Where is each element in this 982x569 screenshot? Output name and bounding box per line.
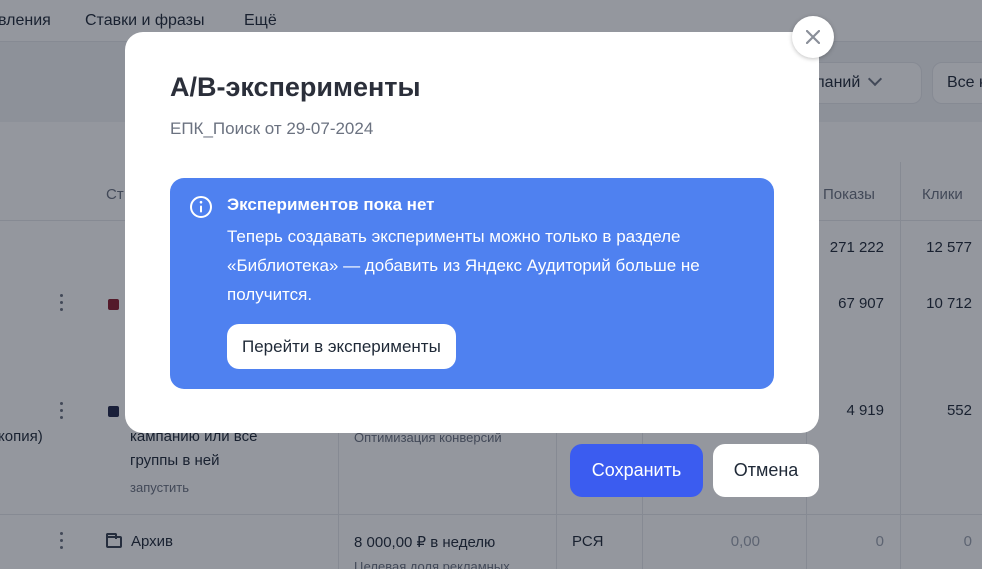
go-to-experiments-button[interactable]: Перейти в эксперименты [227,324,456,369]
info-title: Экспериментов пока нет [227,195,435,214]
info-icon [190,196,212,218]
close-icon [806,30,820,44]
modal-title: A/B-эксперименты [170,72,421,102]
modal-subtitle: ЕПК_Поиск от 29-07-2024 [170,119,374,138]
save-button[interactable]: Сохранить [570,444,703,497]
close-button[interactable] [792,16,834,58]
ab-experiments-modal: A/B-эксперименты ЕПК_Поиск от 29-07-2024… [125,32,819,433]
cancel-button[interactable]: Отмена [713,444,819,497]
info-text: Теперь создавать эксперименты можно толь… [227,227,700,304]
info-notice: Экспериментов пока нет Теперь создавать … [170,178,774,389]
